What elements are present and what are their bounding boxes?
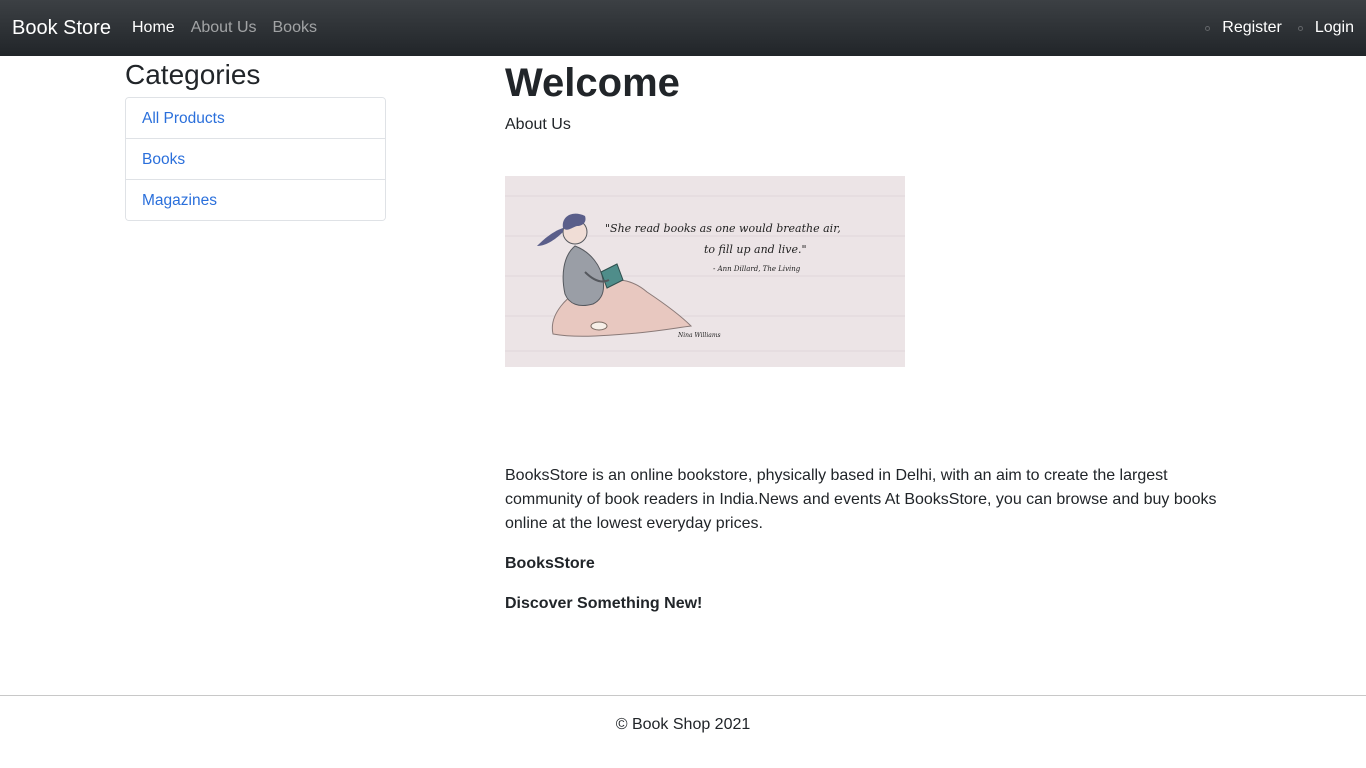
page-title: Welcome <box>505 61 680 105</box>
nav-about-us[interactable]: About Us <box>191 18 257 38</box>
hero-quote-attribution: - Ann Dillard, The Living <box>713 265 801 273</box>
login-link[interactable]: Login <box>1315 18 1354 38</box>
brand-link[interactable]: Book Store <box>12 15 111 41</box>
main-nav: Home About Us Books <box>132 18 333 38</box>
category-books[interactable]: Books <box>126 139 385 180</box>
hero-image: "She read books as one would breathe air… <box>505 176 905 367</box>
nav-books[interactable]: Books <box>273 18 317 38</box>
register-link[interactable]: Register <box>1222 18 1282 38</box>
top-navbar: Book Store Home About Us Books Register … <box>0 0 1366 56</box>
login-item[interactable]: Login <box>1297 18 1354 38</box>
footer-divider <box>0 695 1366 696</box>
register-item[interactable]: Register <box>1205 18 1282 38</box>
category-magazines[interactable]: Magazines <box>126 180 385 220</box>
about-us-text: About Us <box>505 116 571 133</box>
about-paragraph: BooksStore is an online bookstore, physi… <box>505 467 1217 532</box>
dot-icon <box>1205 25 1211 31</box>
brand-tagline: Discover Something New! <box>505 595 703 612</box>
hero-quote-line-2: to fill up and live." <box>704 243 807 256</box>
hero-quote-line-1: "She read books as one would breathe air… <box>605 222 841 235</box>
category-all-products[interactable]: All Products <box>126 98 385 139</box>
footer-copyright: © Book Shop 2021 <box>615 716 751 733</box>
dot-icon <box>1297 25 1303 31</box>
hero-signature: Nina Williams <box>678 332 721 339</box>
categories-title: Categories <box>125 59 261 90</box>
nav-home[interactable]: Home <box>132 18 175 38</box>
account-nav: Register Login <box>1189 18 1354 38</box>
categories-list: All Products Books Magazines <box>125 97 386 221</box>
brand-tagline-name: BooksStore <box>505 555 595 572</box>
